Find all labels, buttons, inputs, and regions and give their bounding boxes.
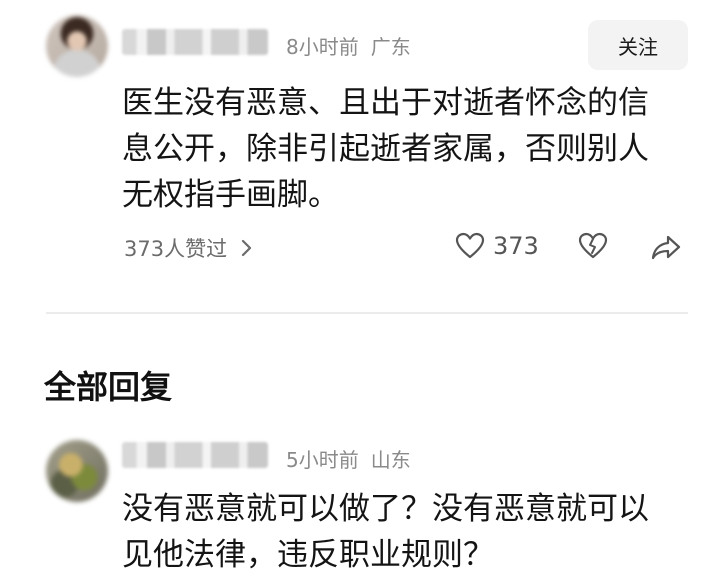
- commenter-avatar[interactable]: [46, 15, 108, 77]
- chevron-right-icon: [241, 239, 252, 257]
- reply-meta: 5小时前 山东: [286, 444, 411, 473]
- reply-text: 没有恶意就可以做了？没有恶意就可以 见他法律，违反职业规则？: [122, 486, 682, 578]
- dislike-button[interactable]: [578, 232, 608, 260]
- replies-section-title: 全部回复: [44, 368, 173, 406]
- comment-text: 医生没有恶意、且出于对逝者怀念的信 息公开，除非引起逝者家属，否则别人 无权指手…: [122, 80, 682, 218]
- comment-time: 8小时前: [286, 35, 359, 59]
- comment-location: 广东: [370, 35, 411, 59]
- follow-button[interactable]: 关注: [588, 20, 688, 70]
- reply-text-line: 见他法律，违反职业规则？: [122, 537, 494, 573]
- likes-summary-link[interactable]: 373人赞过: [124, 233, 257, 263]
- replier-name-blurred[interactable]: [122, 442, 268, 468]
- comment-text-line: 医生没有恶意、且出于对逝者怀念的信: [122, 85, 649, 121]
- section-divider: [46, 312, 688, 314]
- comment-text-line: 无权指手画脚。: [122, 177, 339, 213]
- replier-avatar[interactable]: [46, 440, 108, 502]
- reply-time: 5小时前: [286, 448, 359, 472]
- reply-location: 山东: [370, 448, 411, 472]
- share-icon: [651, 235, 681, 260]
- broken-heart-icon: [578, 232, 608, 259]
- share-button[interactable]: [650, 234, 682, 262]
- reply-text-line: 没有恶意就可以做了？没有恶意就可以: [122, 491, 649, 527]
- comment-text-line: 息公开，除非引起逝者家属，否则别人: [122, 131, 649, 167]
- like-count: 373: [493, 232, 539, 260]
- like-button[interactable]: 373: [455, 232, 539, 260]
- comment-meta: 8小时前 广东: [286, 31, 411, 60]
- likes-summary-text: 373人赞过: [124, 237, 228, 261]
- heart-icon: [455, 232, 485, 259]
- commenter-name-blurred[interactable]: [122, 29, 268, 55]
